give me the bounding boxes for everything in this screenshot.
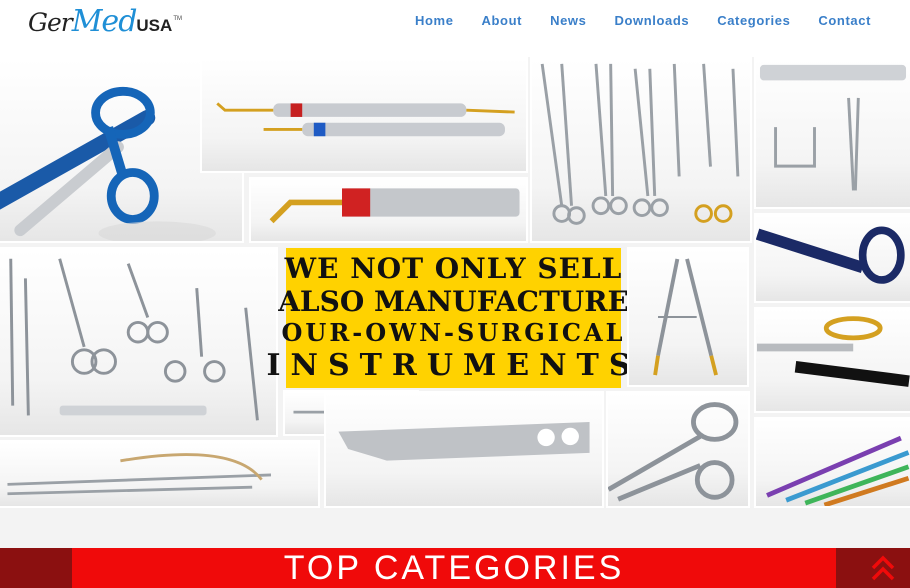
nav-home[interactable]: Home — [415, 14, 454, 28]
retractor-tweezers-image — [754, 57, 910, 209]
top-categories-bar: TOP CATEGORIES — [0, 548, 910, 588]
nav-about[interactable]: About — [482, 14, 523, 28]
logo-trademark: TM — [173, 16, 182, 22]
nav-news[interactable]: News — [550, 14, 586, 28]
banner-line-2: ALSO MANUFACTURE — [278, 285, 629, 318]
nav-categories[interactable]: Categories — [717, 14, 790, 28]
banner-line-4: INSTRUMENTS — [266, 348, 641, 383]
top-categories-title-box: TOP CATEGORIES — [72, 548, 836, 588]
manufacturing-banner: WE NOT ONLY SELL ALSO MANUFACTURE OUR-OW… — [266, 248, 631, 388]
double-chevron-up-icon[interactable] — [870, 554, 896, 582]
nav-contact[interactable]: Contact — [818, 14, 871, 28]
bandage-scissors-image — [606, 391, 750, 508]
logo-wordmark: GerMedUSA — [28, 4, 173, 39]
nav-downloads[interactable]: Downloads — [614, 14, 689, 28]
elevator-instrument-image — [324, 391, 604, 508]
dark-scissors-image — [754, 213, 910, 303]
dental-instrument-closeup-image — [249, 177, 528, 243]
banner-line-3: OUR-OWN-SURGICAL — [281, 318, 626, 347]
dental-instruments-image — [200, 57, 528, 173]
site-header: GerMedUSA TM Home About News Downloads C… — [0, 0, 910, 57]
site-logo[interactable]: GerMedUSA TM — [28, 4, 182, 44]
main-nav: Home About News Downloads Categories Con… — [415, 14, 871, 28]
banner-line-1: WE NOT ONLY SELL — [284, 252, 623, 285]
retractors-image — [0, 247, 278, 437]
hero-collage: WE NOT ONLY SELL ALSO MANUFACTURE OUR-OW… — [0, 57, 910, 508]
page: GerMedUSA TM Home About News Downloads C… — [0, 0, 910, 588]
hemostat-forceps-image — [530, 57, 752, 243]
black-gold-scissors-image — [754, 307, 910, 413]
top-categories-title: TOP CATEGORIES — [283, 549, 625, 587]
extraction-forceps-image — [627, 247, 749, 387]
rainbow-instruments-image — [754, 417, 910, 508]
needle-holder-image — [0, 440, 320, 508]
